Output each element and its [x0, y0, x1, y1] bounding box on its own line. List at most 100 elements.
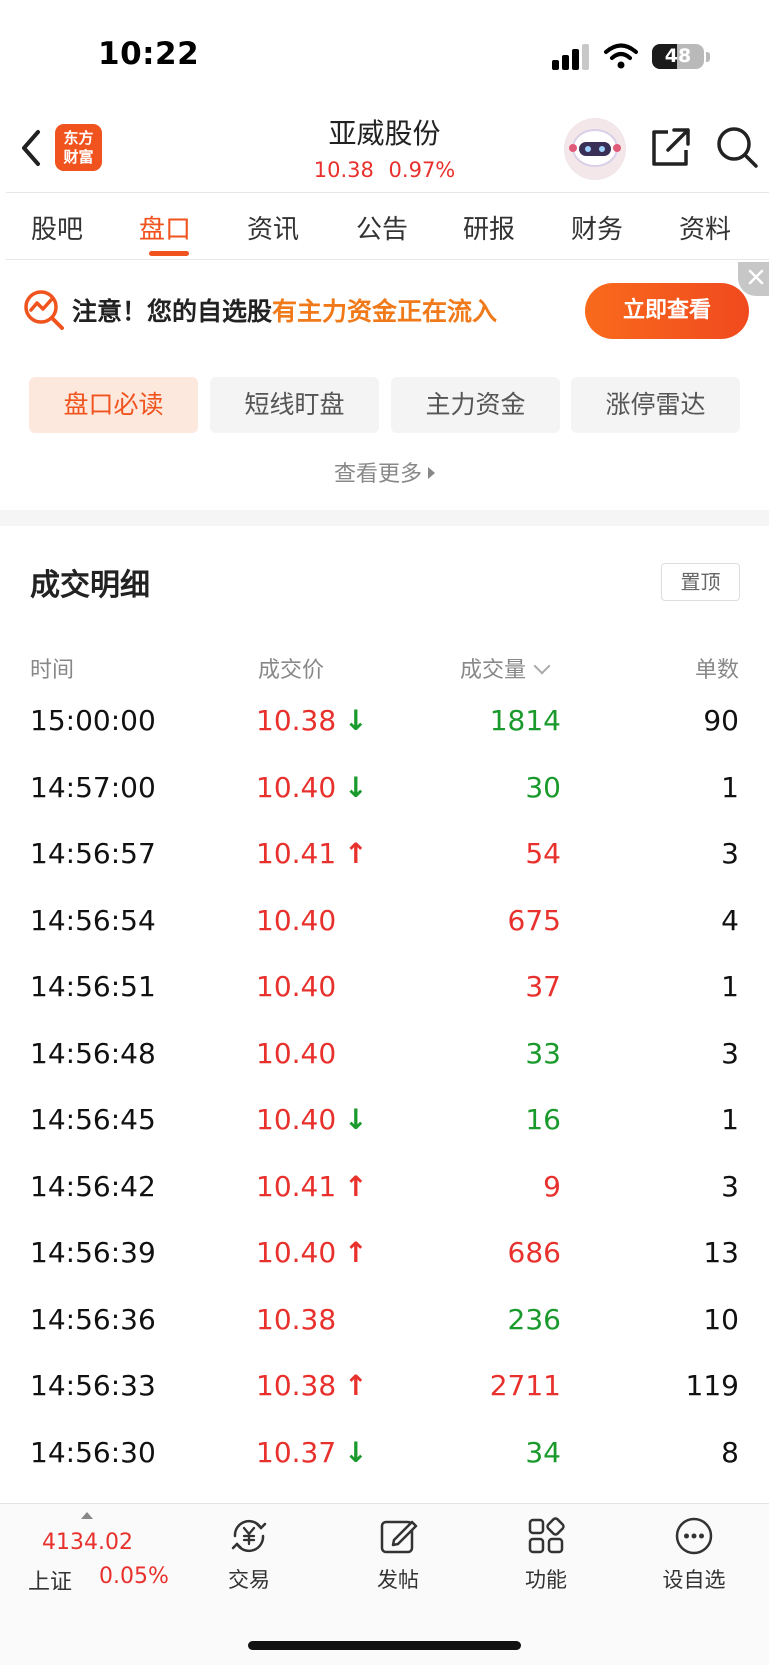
column-header-volume[interactable]: 成交量	[460, 652, 551, 684]
trade-price-cell: 10.40	[256, 970, 336, 1003]
trade-price-cell: 10.41 ↑	[256, 1169, 368, 1203]
trade-price: 10.41	[256, 1169, 337, 1203]
trade-price: 10.37	[256, 1435, 337, 1469]
tab-profile[interactable]: 资料	[679, 209, 731, 246]
wifi-icon	[604, 43, 638, 69]
trade-price: 10.40	[256, 970, 337, 1003]
tab-news[interactable]: 资讯	[247, 209, 299, 246]
trade-price: 10.41	[256, 837, 337, 870]
trade-time: 14:56:45	[30, 1103, 156, 1136]
capital-inflow-notice[interactable]: 注意！您的自选股有主力资金正在流入 立即查看	[0, 262, 769, 362]
notice-highlight: 有主力资金正在流入	[272, 297, 498, 326]
trade-price: 10.38	[256, 1369, 337, 1402]
table-row: 14:57:00 10.40 ↓ 30 1	[0, 757, 769, 824]
pin-to-top-button[interactable]: 置顶	[661, 563, 740, 601]
battery-percent: 48	[664, 45, 692, 67]
nav-post[interactable]: 发帖	[348, 1514, 448, 1594]
nav-trade-label: 交易	[228, 1568, 270, 1592]
trade-time: 14:56:48	[30, 1036, 156, 1070]
trade-volume: 686	[507, 1236, 561, 1269]
active-tab-indicator	[149, 251, 189, 256]
nav-functions[interactable]: 功能	[496, 1514, 596, 1594]
trade-count: 90	[703, 704, 739, 737]
more-circle-icon	[675, 1517, 713, 1555]
trade-volume: 33	[525, 1036, 561, 1070]
nav-trade[interactable]: 交易	[199, 1514, 299, 1594]
chip-limit-up-radar[interactable]: 涨停雷达	[571, 377, 740, 433]
trade-count: 3	[721, 1169, 739, 1203]
stock-change-pct: 0.97%	[388, 158, 456, 182]
nav-add-watchlist[interactable]: 设自选	[644, 1514, 744, 1594]
trade-price-cell: 10.40	[256, 1037, 336, 1070]
chip-short-term-watch[interactable]: 短线盯盘	[210, 377, 379, 433]
table-row: 14:56:54 10.40 675 4	[0, 890, 769, 957]
trade-time: 14:56:39	[30, 1236, 156, 1269]
caret-up-icon[interactable]	[81, 1512, 93, 1519]
trade-count: 1	[721, 970, 739, 1003]
cellular-signal-icon	[552, 44, 589, 70]
trade-price: 10.40	[256, 770, 337, 804]
trade-count: 3	[721, 837, 739, 870]
trade-price-cell: 10.40 ↓	[256, 770, 368, 804]
column-header-price: 成交价	[258, 658, 325, 683]
table-row: 14:56:33 10.38 ↑ 2711 119	[0, 1355, 769, 1422]
trade-volume: 54	[525, 837, 561, 870]
share-icon[interactable]	[648, 126, 692, 170]
nav-functions-label: 功能	[525, 1568, 567, 1592]
trend-search-icon	[24, 290, 64, 330]
see-more-link[interactable]: 查看更多	[0, 456, 769, 488]
trade-count: 1	[721, 1103, 739, 1136]
trade-price-cell: 10.37 ↓	[256, 1435, 368, 1469]
trade-volume: 16	[525, 1103, 561, 1136]
tab-pankou[interactable]: 盘口	[139, 209, 191, 246]
tab-research[interactable]: 研报	[463, 209, 515, 246]
trade-price-cell: 10.40 ↑	[256, 1236, 368, 1269]
trade-volume: 1814	[489, 704, 561, 737]
play-arrow-icon	[428, 467, 435, 479]
nav-post-label: 发帖	[377, 1568, 419, 1592]
grid-icon	[528, 1517, 565, 1554]
nav-add-watchlist-label: 设自选	[662, 1568, 726, 1592]
trade-price: 10.40	[256, 1103, 337, 1136]
stock-header: 东方 财富 亚威股份 10.38 0.97%	[0, 110, 769, 192]
robot-assistant-icon[interactable]	[564, 118, 626, 180]
trade-count: 4	[721, 903, 739, 937]
table-row: 14:56:36 10.38 236 10	[0, 1289, 769, 1356]
tab-guba[interactable]: 股吧	[31, 209, 83, 246]
trade-time: 14:56:36	[30, 1302, 156, 1336]
stock-price: 10.38	[313, 158, 374, 182]
trade-price-cell: 10.40	[256, 904, 336, 937]
arrow-up-icon: ↑	[344, 1236, 368, 1269]
search-icon[interactable]	[714, 124, 760, 170]
battery-icon: 48	[652, 44, 704, 69]
trade-detail-list: 15:00:00 10.38 ↓ 1814 90 14:57:00 10.40 ↓ 30 1 14:…	[0, 690, 769, 1488]
index-name[interactable]: 上证	[28, 1564, 72, 1596]
tab-finance[interactable]: 财务	[571, 209, 623, 246]
chip-must-read[interactable]: 盘口必读	[29, 377, 198, 433]
trade-time: 14:57:00	[30, 770, 156, 804]
view-now-button[interactable]: 立即查看	[585, 283, 749, 339]
table-row: 14:56:42 10.41 ↑ 9 3	[0, 1156, 769, 1223]
trade-price-cell: 10.38 ↓	[256, 704, 368, 737]
trade-price: 10.40	[256, 1036, 337, 1070]
index-value[interactable]: 4134.02	[42, 1530, 133, 1555]
trade-volume: 236	[507, 1302, 561, 1336]
arrow-down-icon: ↓	[344, 1103, 368, 1136]
tab-announcements[interactable]: 公告	[356, 209, 408, 246]
chip-main-capital[interactable]: 主力资金	[391, 377, 560, 433]
trade-count: 8	[721, 1435, 739, 1469]
trade-time: 14:56:51	[30, 970, 156, 1003]
table-row: 14:56:48 10.40 33 3	[0, 1023, 769, 1090]
status-time: 10:22	[98, 36, 200, 72]
stock-tabs: 股吧 盘口 资讯 公告 研报 财务 资料	[6, 192, 769, 260]
trade-volume: 2711	[489, 1369, 561, 1402]
table-row: 14:56:51 10.40 37 1	[0, 956, 769, 1023]
table-row: 14:56:30 10.37 ↓ 34 8	[0, 1422, 769, 1489]
close-icon[interactable]	[738, 262, 769, 296]
feature-chips: 盘口必读 短线盯盘 主力资金 涨停雷达	[0, 377, 769, 433]
index-change[interactable]: 0.05%	[99, 1564, 169, 1589]
trade-time: 14:56:57	[30, 837, 156, 870]
trade-price-cell: 10.40 ↓	[256, 1103, 368, 1136]
see-more-label: 查看更多	[333, 462, 422, 487]
section-divider	[0, 510, 769, 526]
